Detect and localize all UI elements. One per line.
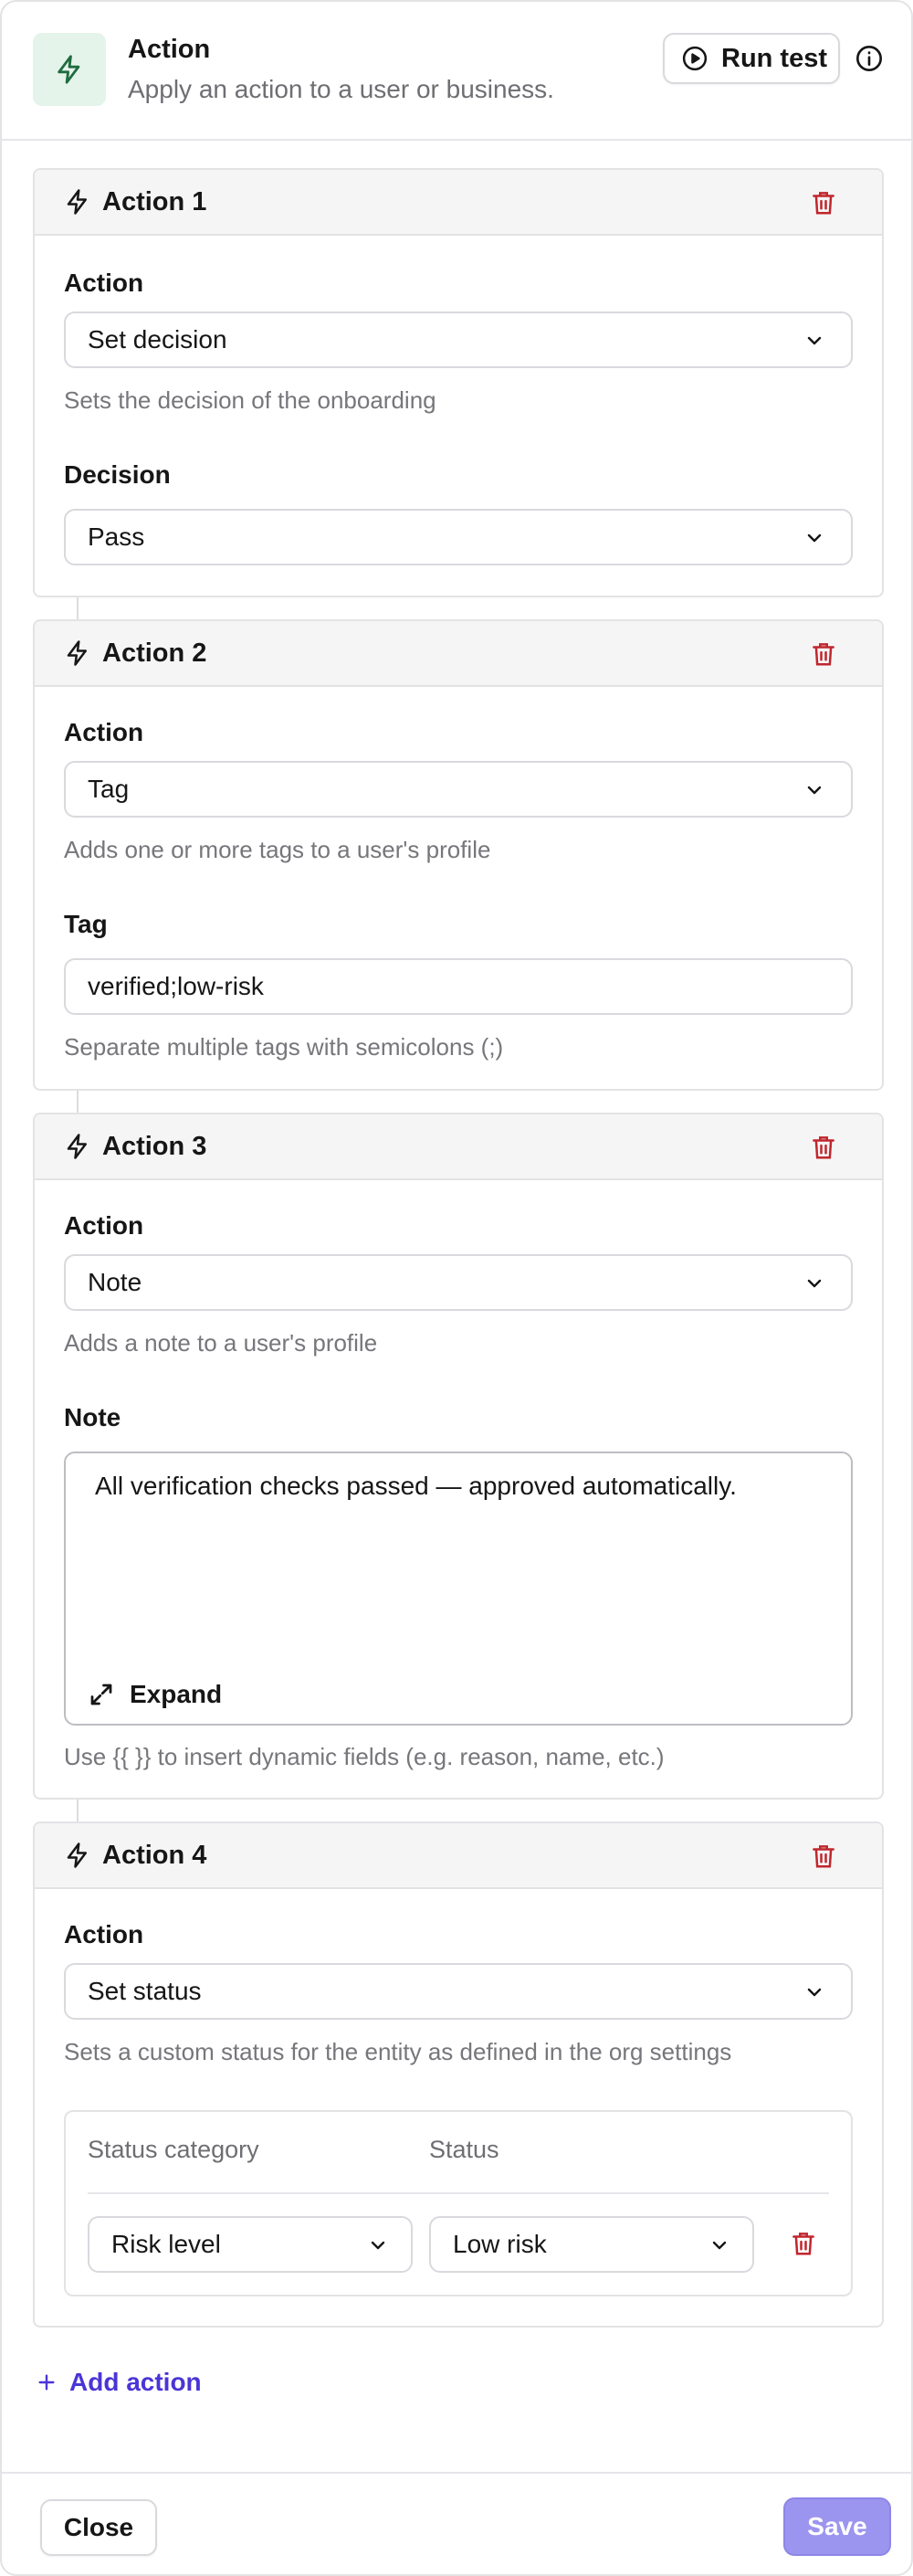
card-connector <box>77 597 79 619</box>
chevron-down-icon <box>803 330 825 352</box>
action-card-title: Action 3 <box>102 1131 207 1161</box>
note-hint: Use {{ }} to insert dynamic fields (e.g.… <box>64 1743 665 1770</box>
trash-icon[interactable] <box>809 188 838 217</box>
tag-hint: Separate multiple tags with semicolons (… <box>64 1033 504 1061</box>
save-button[interactable]: Save <box>783 2497 891 2556</box>
action-card-header: Action 4 <box>35 1823 882 1889</box>
bolt-icon <box>64 187 93 216</box>
panel-subtitle: Apply an action to a user or business. <box>128 75 554 103</box>
bolt-icon <box>64 1132 93 1161</box>
status-table: Status category Status Risk level Low ri… <box>64 2110 853 2296</box>
panel-header: Action Apply an action to a user or busi… <box>2 2 911 141</box>
action-select[interactable]: Set status <box>64 1963 853 2020</box>
action-select-value: Set status <box>88 1977 202 2005</box>
expand-icon <box>88 1681 115 1708</box>
status-table-divider <box>88 2192 829 2194</box>
action-card-title: Action 4 <box>102 1840 207 1870</box>
action-select-value: Tag <box>88 775 130 803</box>
chevron-down-icon <box>708 2234 730 2256</box>
card-connector <box>77 1091 79 1113</box>
action-card-title: Action 1 <box>102 186 207 216</box>
action-select[interactable]: Note <box>64 1254 853 1311</box>
panel-title: Action <box>128 35 211 64</box>
action-select[interactable]: Set decision <box>64 311 853 368</box>
bolt-icon <box>33 33 106 106</box>
trash-icon[interactable] <box>809 639 838 669</box>
action-hint: Sets the decision of the onboarding <box>64 386 436 414</box>
panel-footer: Close Save <box>2 2472 911 2574</box>
info-icon[interactable] <box>853 42 886 75</box>
action-card-4: Action 4 Action Set status Sets a custom… <box>33 1821 884 2328</box>
action-card-header: Action 1 <box>35 170 882 236</box>
add-action-button[interactable]: Add action <box>37 2368 202 2397</box>
action-hint: Adds a note to a user's profile <box>64 1329 378 1357</box>
action-select-value: Set decision <box>88 325 227 354</box>
chevron-down-icon <box>367 2234 389 2256</box>
action-card-header: Action 2 <box>35 621 882 687</box>
chevron-down-icon <box>803 779 825 801</box>
trash-icon[interactable] <box>809 1842 838 1871</box>
decision-select-value: Pass <box>88 523 145 551</box>
trash-icon[interactable] <box>789 2229 818 2258</box>
status-header: Status <box>429 2136 499 2163</box>
action-card-2: Action 2 Action Tag Adds one or more tag… <box>33 619 884 1091</box>
action-panel: Action Apply an action to a user or busi… <box>0 0 913 2576</box>
decision-select[interactable]: Pass <box>64 509 853 565</box>
status-value: Low risk <box>453 2230 547 2258</box>
action-card-3: Action 3 Action Note Adds a note to a us… <box>33 1113 884 1800</box>
status-category-select[interactable]: Risk level <box>88 2216 413 2273</box>
run-test-button[interactable]: Run test <box>663 33 840 84</box>
status-select[interactable]: Low risk <box>429 2216 754 2273</box>
card-connector <box>77 1800 79 1821</box>
action-label: Action <box>64 269 144 297</box>
action-label: Action <box>64 1211 144 1240</box>
tag-input[interactable] <box>64 958 853 1015</box>
chevron-down-icon <box>803 1981 825 2003</box>
note-textarea[interactable]: All verification checks passed — approve… <box>64 1452 853 1726</box>
action-card-1: Action 1 Action Set decision Sets the de… <box>33 168 884 597</box>
bolt-icon <box>64 639 93 668</box>
note-label: Note <box>64 1403 121 1431</box>
tag-label: Tag <box>64 910 108 938</box>
expand-button[interactable]: Expand <box>88 1680 222 1709</box>
action-select[interactable]: Tag <box>64 761 853 818</box>
close-button[interactable]: Close <box>40 2499 157 2556</box>
bolt-icon <box>64 1841 93 1870</box>
decision-label: Decision <box>64 460 171 489</box>
expand-label: Expand <box>130 1680 223 1708</box>
action-hint: Adds one or more tags to a user's profil… <box>64 836 491 863</box>
chevron-down-icon <box>803 527 825 549</box>
trash-icon[interactable] <box>809 1133 838 1162</box>
note-text: All verification checks passed — approve… <box>95 1472 737 1500</box>
status-category-header: Status category <box>88 2136 259 2163</box>
action-label: Action <box>64 718 144 746</box>
action-card-title: Action 2 <box>102 638 207 668</box>
plus-icon <box>37 2372 57 2392</box>
action-label: Action <box>64 1920 144 1948</box>
status-category-value: Risk level <box>111 2230 221 2258</box>
chevron-down-icon <box>803 1272 825 1294</box>
action-select-value: Note <box>88 1268 142 1296</box>
action-card-header: Action 3 <box>35 1114 882 1180</box>
play-icon <box>681 45 708 72</box>
action-hint: Sets a custom status for the entity as d… <box>64 2038 732 2065</box>
run-test-label: Run test <box>721 43 827 73</box>
add-action-label: Add action <box>69 2368 202 2396</box>
